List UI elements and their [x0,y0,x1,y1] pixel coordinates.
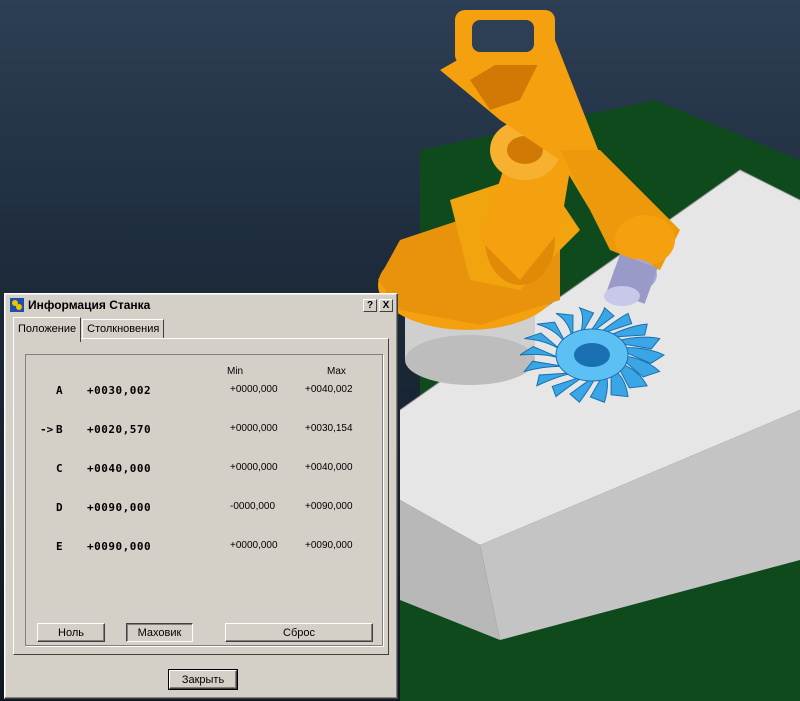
axes-group [25,354,383,646]
axis-value: +0090,000 [87,540,152,553]
axis-min: +0000,000 [230,462,278,473]
axis-min: +0000,000 [230,423,278,434]
min-header: Min [227,366,244,377]
axis-min: -0000,000 [230,501,276,512]
axis-value: +0040,000 [87,462,152,475]
dialog-titlebar[interactable]: Информация Станка ? X [7,296,395,314]
axis-value: +0090,000 [87,501,152,514]
axis-max: +0040,002 [305,384,353,395]
reset-button[interactable]: Сброс [225,623,373,642]
axis-max: +0090,000 [305,540,353,551]
axis-max: +0090,000 [305,501,353,512]
axis-name: A [56,384,63,397]
axis-min: +0000,000 [230,540,278,551]
handwheel-button[interactable]: Маховик [126,623,193,642]
app-icon [10,298,24,312]
axis-name: B [56,423,63,436]
tab-strip: Положение Столкновения [13,317,165,342]
axis-max: +0030,154 [305,423,353,434]
zero-button[interactable]: Ноль [37,623,105,642]
close-icon[interactable]: X [379,298,393,312]
axis-name: C [56,462,63,475]
axis-value: +0020,570 [87,423,152,436]
axis-name: D [56,501,63,514]
active-axis-arrow: -> [40,423,54,436]
machine-info-dialog: Информация Станка ? X Положение Столкнов… [4,293,398,699]
tab-position[interactable]: Положение [13,317,82,342]
dialog-title: Информация Станка [28,298,151,312]
axis-min: +0000,000 [230,384,278,395]
axis-max: +0040,000 [305,462,353,473]
turbine-bore [574,343,610,367]
max-header: Max [327,366,346,377]
tab-collisions[interactable]: Столкновения [82,319,165,339]
axis-name: E [56,540,63,553]
axis-value: +0030,002 [87,384,152,397]
close-button[interactable]: Закрыть [168,669,238,690]
help-button[interactable]: ? [363,298,377,312]
